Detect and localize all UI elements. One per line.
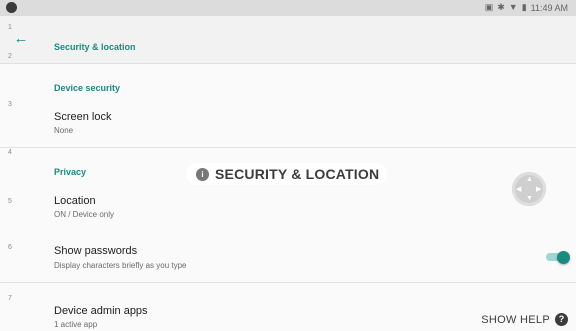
device-admin-title: Device admin apps bbox=[54, 305, 148, 317]
step-number: 4 bbox=[8, 149, 12, 156]
location-title: Location bbox=[54, 195, 96, 207]
divider bbox=[0, 282, 576, 283]
toggle-thumb bbox=[557, 251, 570, 264]
show-passwords-title: Show passwords bbox=[54, 245, 138, 257]
info-icon: i bbox=[196, 167, 209, 181]
divider bbox=[0, 147, 576, 148]
navigation-joystick[interactable]: ▲ ▼ ◀ ▶ bbox=[512, 172, 546, 206]
section-privacy: Privacy bbox=[54, 167, 87, 177]
camera-dot-icon bbox=[6, 2, 17, 13]
bluetooth-icon: ✱ bbox=[497, 2, 505, 12]
step-number: 1 bbox=[8, 24, 12, 31]
section-device-security: Device security bbox=[54, 83, 121, 93]
chevron-left-icon: ◀ bbox=[516, 186, 522, 193]
page-title: Security & location bbox=[54, 42, 136, 52]
chevron-down-icon: ▼ bbox=[526, 195, 533, 202]
chevron-up-icon: ▲ bbox=[526, 176, 533, 183]
status-icons: ▣ ✱ ▼ ▮ 11:49 AM bbox=[485, 2, 568, 13]
step-number: 5 bbox=[8, 198, 12, 205]
step-number: 7 bbox=[8, 295, 12, 302]
show-passwords-subtitle: Display characters briefly as you type bbox=[54, 261, 187, 270]
chevron-right-icon: ▶ bbox=[536, 186, 542, 193]
app-bar: ← Security & location bbox=[0, 16, 576, 64]
step-number: 6 bbox=[8, 244, 12, 251]
show-help-label: SHOW HELP bbox=[481, 313, 550, 326]
overlay-label: i SECURITY & LOCATION bbox=[186, 163, 388, 185]
location-subtitle: ON / Device only bbox=[54, 210, 115, 219]
overlay-text: SECURITY & LOCATION bbox=[215, 166, 380, 182]
show-passwords-toggle[interactable] bbox=[546, 251, 570, 264]
status-time: 11:49 AM bbox=[530, 2, 568, 13]
screen-lock-title: Screen lock bbox=[54, 111, 112, 123]
status-bar: ▣ ✱ ▼ ▮ 11:49 AM bbox=[0, 0, 576, 16]
question-icon: ? bbox=[555, 313, 568, 326]
screen-lock-subtitle: None bbox=[54, 126, 74, 135]
show-help-button[interactable]: SHOW HELP ? bbox=[481, 313, 568, 326]
wifi-icon: ▼ bbox=[508, 2, 518, 12]
step-number: 3 bbox=[8, 101, 12, 108]
nfc-icon: ▣ bbox=[484, 2, 494, 12]
arrow-left-icon[interactable]: ← bbox=[12, 30, 30, 48]
device-admin-subtitle: 1 active app bbox=[54, 320, 98, 329]
step-number: 2 bbox=[8, 53, 12, 60]
battery-icon: ▮ bbox=[521, 2, 527, 12]
